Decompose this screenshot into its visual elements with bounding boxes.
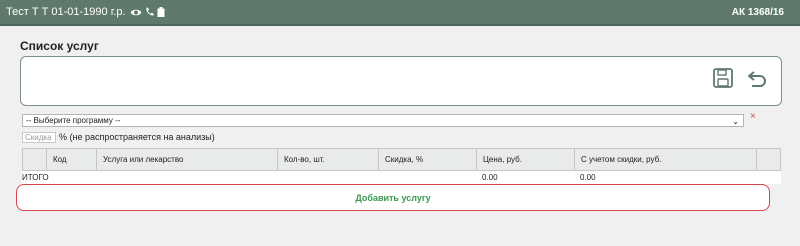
discount-row: Скидка % (не распространяется на анализы… bbox=[22, 131, 215, 143]
program-select[interactable]: -- Выберите программу -- ⌄ bbox=[22, 114, 744, 127]
table-header: Код Услуга или лекарство Кол-во, шт. Ски… bbox=[22, 148, 781, 171]
total-label: ИТОГО bbox=[22, 173, 49, 182]
record-code: АК 1368/16 bbox=[731, 7, 784, 18]
column-header-code[interactable]: Код bbox=[47, 149, 97, 170]
clipboard-icon[interactable] bbox=[157, 7, 165, 17]
undo-icon[interactable] bbox=[747, 68, 767, 88]
column-header-price[interactable]: Цена, руб. bbox=[477, 149, 575, 170]
total-discounted-price: 0.00 bbox=[580, 173, 596, 182]
discount-note: % (не распространяется на анализы) bbox=[59, 132, 215, 142]
column-header-discount[interactable]: Скидка, % bbox=[379, 149, 477, 170]
phone-icon[interactable] bbox=[145, 7, 154, 17]
column-header-quantity[interactable]: Кол-во, шт. bbox=[278, 149, 379, 170]
column-header-select bbox=[23, 149, 47, 170]
column-header-discounted-price[interactable]: С учетом скидки, руб. bbox=[575, 149, 757, 170]
eye-icon[interactable] bbox=[130, 8, 142, 17]
header-bar: Тест Т Т 01-01-1990 г.р. АК 1368/16 bbox=[0, 0, 800, 26]
services-title: Список услуг bbox=[20, 39, 99, 53]
services-table: Код Услуга или лекарство Кол-во, шт. Ски… bbox=[22, 148, 781, 184]
patient-info: Тест Т Т 01-01-1990 г.р. bbox=[6, 6, 165, 18]
column-header-actions bbox=[757, 149, 780, 170]
chevron-down-icon: ⌄ bbox=[732, 117, 739, 126]
services-panel bbox=[20, 56, 782, 106]
add-service-label: Добавить услугу bbox=[355, 193, 431, 203]
column-header-service[interactable]: Услуга или лекарство bbox=[97, 149, 278, 170]
table-row-total: ИТОГО 0.00 0.00 bbox=[22, 171, 781, 184]
add-service-button[interactable]: Добавить услугу bbox=[16, 184, 770, 211]
patient-icons bbox=[130, 7, 165, 17]
patient-name: Тест Т Т 01-01-1990 г.р. bbox=[6, 6, 126, 18]
discount-input[interactable]: Скидка bbox=[22, 131, 56, 143]
program-clear-button[interactable]: × bbox=[750, 111, 756, 122]
total-price: 0.00 bbox=[482, 173, 498, 182]
save-icon[interactable] bbox=[713, 68, 733, 88]
program-select-value: -- Выберите программу -- bbox=[26, 116, 121, 125]
